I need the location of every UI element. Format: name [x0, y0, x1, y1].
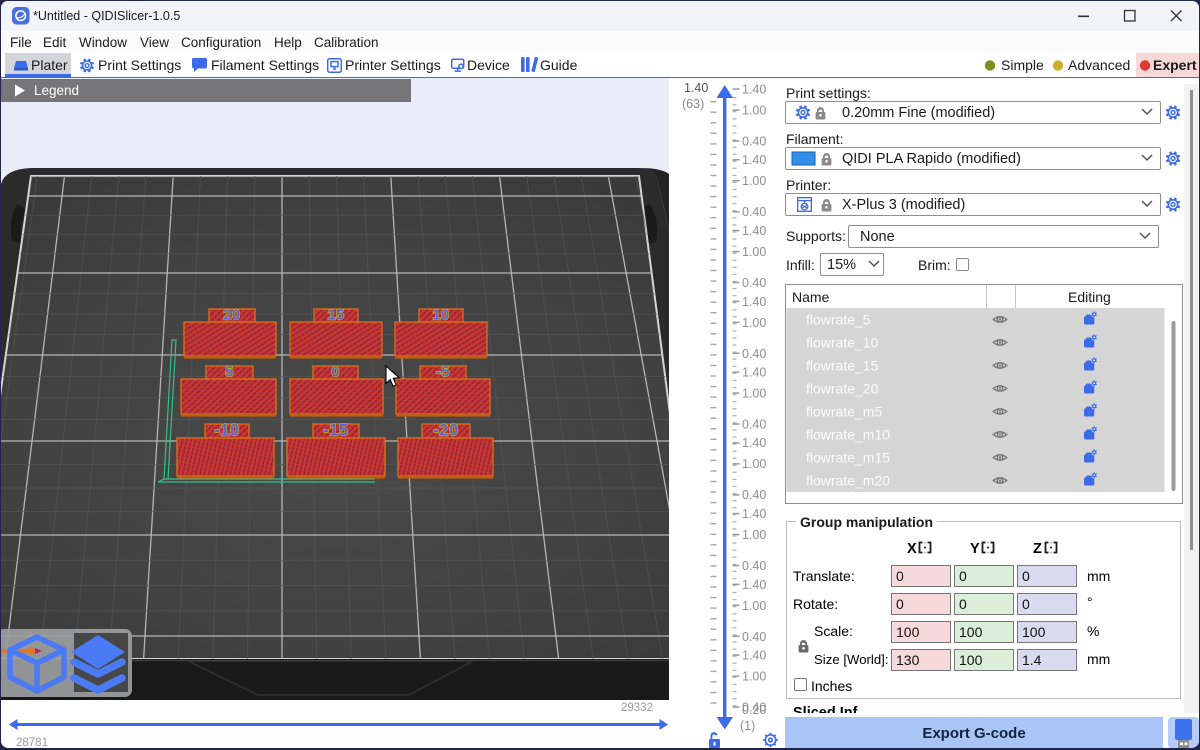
svg-text:0.40: 0.40: [742, 205, 766, 219]
svg-text:mm: mm: [1087, 568, 1110, 584]
svg-text:29332: 29332: [621, 702, 653, 714]
svg-text:-20: -20: [433, 422, 458, 440]
svg-text:1.00: 1.00: [742, 104, 766, 118]
svg-text:Sliced Inf: Sliced Inf: [793, 705, 858, 713]
svg-text:1.00: 1.00: [742, 245, 766, 259]
svg-text:(1): (1): [740, 719, 755, 733]
svg-text:0.20: 0.20: [742, 703, 766, 717]
svg-text:1.00: 1.00: [742, 528, 766, 542]
svg-text:15: 15: [327, 308, 344, 324]
svg-text:0.40: 0.40: [742, 276, 766, 290]
svg-text:1.00: 1.00: [742, 387, 766, 401]
svg-text:-5: -5: [436, 365, 450, 381]
svg-text:1.00: 1.00: [742, 174, 766, 188]
svg-text:1.40: 1.40: [684, 81, 708, 95]
svg-text:1.00: 1.00: [742, 670, 766, 684]
svg-text:Legend: Legend: [34, 83, 79, 98]
svg-text:(63): (63): [682, 97, 704, 111]
svg-text:Inches: Inches: [811, 678, 852, 694]
svg-text:1.40: 1.40: [742, 649, 766, 663]
svg-text:1.40: 1.40: [742, 295, 766, 309]
svg-text:0.40: 0.40: [742, 347, 766, 361]
svg-text:Size [World]:: Size [World]:: [814, 652, 889, 667]
svg-text:°: °: [1087, 594, 1093, 610]
svg-text:Rotate:: Rotate:: [793, 596, 838, 612]
svg-text:1.40: 1.40: [742, 153, 766, 167]
svg-text:Z: Z: [1033, 541, 1042, 557]
svg-text:1.00: 1.00: [742, 457, 766, 471]
svg-text:5: 5: [225, 365, 234, 381]
svg-text:20: 20: [223, 308, 240, 324]
svg-text:0.40: 0.40: [742, 418, 766, 432]
svg-text:Scale:: Scale:: [814, 623, 853, 639]
svg-text:0.40: 0.40: [742, 135, 766, 149]
svg-text:0: 0: [331, 365, 340, 381]
svg-text:1.40: 1.40: [742, 224, 766, 238]
svg-text:1.40: 1.40: [742, 507, 766, 521]
svg-text:-15: -15: [323, 422, 348, 440]
svg-text:1.40: 1.40: [742, 436, 766, 450]
svg-text:mm: mm: [1087, 651, 1110, 667]
svg-text:1.40: 1.40: [742, 366, 766, 380]
svg-text:28781: 28781: [16, 737, 48, 749]
svg-text:1.00: 1.00: [742, 599, 766, 613]
svg-text:1.40: 1.40: [742, 83, 766, 97]
svg-text:Y: Y: [970, 541, 980, 557]
svg-text:10: 10: [432, 308, 449, 324]
svg-text:1.00: 1.00: [742, 316, 766, 330]
svg-text:0.40: 0.40: [742, 559, 766, 573]
svg-text:-10: -10: [214, 422, 239, 440]
svg-text:%: %: [1087, 623, 1099, 639]
svg-text:X: X: [907, 541, 917, 557]
svg-text:1.40: 1.40: [742, 578, 766, 592]
svg-text:0.40: 0.40: [742, 488, 766, 502]
svg-text:Translate:: Translate:: [793, 568, 855, 584]
svg-text:0.40: 0.40: [742, 630, 766, 644]
